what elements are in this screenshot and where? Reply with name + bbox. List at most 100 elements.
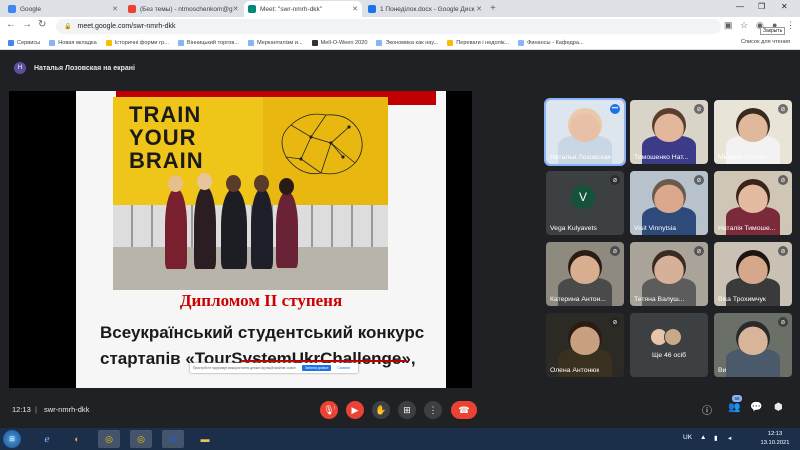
participant-name: Олена Антонюк [550, 367, 600, 374]
participant-tile[interactable]: Віка Трохимчук ⊘ [714, 242, 792, 306]
info-icon[interactable]: ⓘ [702, 402, 712, 417]
address-toolbar: ← → ↻ 🔒 meet.google.com/swr-nmrh-dkk ▣ ☆… [0, 17, 800, 36]
mic-off-icon: ⊘ [610, 246, 620, 256]
tab-title: Google [20, 5, 41, 13]
bookmark-item[interactable]: Финансы - Кафедра... [518, 39, 584, 46]
people-icon[interactable]: 👥 [728, 402, 740, 413]
bookmark-item[interactable]: Переваги і недолік... [447, 39, 509, 46]
taskbar-app[interactable]: ℯ [36, 430, 58, 448]
slide-contest-line1: Всеукраїнський студентський конкурс [100, 323, 425, 342]
mic-off-icon: ⊘ [778, 104, 788, 114]
participant-name: Катерина Антон... [550, 296, 606, 303]
participant-tile[interactable]: Visit Vinnytsia ⊘ [630, 171, 708, 235]
participant-tile[interactable]: Ви ⊘ [714, 313, 792, 377]
meeting-code: swr-nmrh-dkk [44, 405, 90, 414]
participant-face [652, 250, 686, 284]
bookmark-item[interactable]: Меркантилізм и... [247, 39, 303, 46]
minimize-icon[interactable]: — [736, 2, 744, 11]
reload-icon[interactable]: ↻ [38, 19, 46, 30]
tray-arrow-icon[interactable]: ▲ [700, 434, 706, 441]
slide-photo: TRAIN YOUR BRAIN [113, 97, 388, 290]
cookie-settings-button[interactable]: Змінити дозвол [301, 365, 332, 371]
activities-icon[interactable]: ⬢ [774, 402, 783, 413]
mic-off-icon: ⊘ [694, 246, 704, 256]
participant-name: Vega Kulyavets [550, 225, 597, 232]
page-icon [376, 39, 383, 46]
participant-tile[interactable]: Тетяна Валуш... ⊘ [630, 242, 708, 306]
language-indicator[interactable]: UK [683, 434, 692, 441]
close-window-icon[interactable]: ✕ [781, 2, 788, 11]
mic-off-icon: ⊘ [610, 317, 620, 327]
start-button[interactable]: ⊞ [3, 430, 21, 448]
raise-hand-button[interactable]: ✋ [372, 401, 390, 419]
participant-tile[interactable]: Михаил Потапч... ⊘ [714, 100, 792, 164]
speaking-indicator-icon: ••• [610, 104, 620, 114]
folder-icon: ▬ [200, 434, 210, 444]
new-tab-icon[interactable]: + [490, 3, 496, 14]
reading-list[interactable]: Список для чтения [741, 39, 790, 45]
participant-tile[interactable]: Наталья Лозовская ••• [544, 98, 626, 166]
participant-tile[interactable]: Наталія Тимоше... ⊘ [714, 171, 792, 235]
bookmarks-bar: Сервисы Новая вкладка Історичні форми гр… [0, 36, 800, 50]
participant-name: Тетяна Валуш... [634, 296, 685, 303]
bookmark-apps[interactable]: Сервисы [8, 39, 40, 46]
leave-call-button[interactable]: ☎ [451, 401, 477, 419]
bookmark-item[interactable]: Mell-O-Ween 2020 [311, 39, 367, 46]
taskbar-app[interactable]: ◐ [66, 430, 88, 448]
address-bar[interactable]: 🔒 meet.google.com/swr-nmrh-dkk [56, 19, 721, 34]
tab-drive[interactable]: 1 Понеділок.docx - Google Диск ✕ [364, 1, 486, 17]
close-icon[interactable]: ✕ [112, 5, 118, 13]
lock-icon: 🔒 [64, 24, 72, 30]
back-icon[interactable]: ← [6, 19, 16, 30]
participant-tile[interactable]: Ще 46 осіб [630, 313, 708, 377]
chat-icon[interactable]: 💬 [750, 402, 762, 413]
tab-title: 1 Понеділок.docx - Google Диск [380, 5, 475, 13]
volume-icon[interactable]: ◂ [728, 434, 731, 442]
participant-face [652, 108, 686, 142]
close-icon[interactable]: ✕ [352, 5, 358, 13]
participant-tile[interactable]: Катерина Антон... ⊘ [546, 242, 624, 306]
person-figure [251, 189, 273, 269]
present-button[interactable]: ⊞ [398, 401, 416, 419]
google-favicon-icon [8, 5, 16, 13]
tab-meet[interactable]: Meet: "swr-nmrh-dkk" ✕ [244, 1, 362, 17]
person-figure [194, 187, 216, 269]
more-options-button[interactable]: ⋮ [424, 401, 442, 419]
brand-logo: TRAIN YOUR BRAIN [129, 102, 204, 173]
more-participants-avatars [650, 328, 682, 346]
star-icon[interactable]: ☆ [740, 20, 748, 31]
taskbar-app[interactable]: ▬ [194, 430, 216, 448]
participant-tile[interactable]: V Vega Kulyavets ⊘ [546, 171, 624, 235]
participant-face [652, 179, 686, 213]
person-figure [165, 189, 187, 269]
forward-icon[interactable]: → [22, 19, 32, 30]
taskbar-app[interactable]: ◎ [130, 430, 152, 448]
participant-name: Ще 46 осіб [651, 352, 687, 359]
participant-tile[interactable]: Олена Антонюк ⊘ [546, 313, 624, 377]
taskbar-app[interactable]: W [162, 430, 184, 448]
network-icon[interactable]: ▮ [714, 434, 718, 442]
presentation-slide: TRAIN YOUR BRAIN Дипломом ІІ ступеня Все… [76, 91, 446, 388]
participant-tile[interactable]: Тимошенко Нат... ⊘ [630, 100, 708, 164]
presenter-banner: Н Наталья Лозовская на екрані [0, 50, 800, 86]
menu-icon[interactable]: ⋮ [786, 20, 795, 31]
bookmark-item[interactable]: Вінницький торгов... [177, 39, 239, 46]
tab-google[interactable]: Google ✕ [4, 1, 122, 17]
tab-gmail[interactable]: (Без темы) - ntmoschenkom@g ✕ [124, 1, 242, 17]
system-clock[interactable]: 12:13 13.10.2021 [754, 430, 796, 448]
tab-bar: Google ✕ (Без темы) - ntmoschenkom@g ✕ M… [0, 0, 800, 17]
bookmark-item[interactable]: Новая вкладка [49, 39, 97, 46]
close-icon[interactable]: ✕ [233, 5, 239, 13]
restore-icon[interactable]: ❐ [758, 2, 765, 11]
chrome-icon: ◎ [137, 433, 145, 444]
camera-off-button[interactable]: ▶ [346, 401, 364, 419]
bookmark-item[interactable]: Экономика как нау... [376, 39, 438, 46]
participant-name: Михаил Потапч... [718, 154, 773, 161]
presenter-avatar: Н [14, 62, 26, 74]
taskbar-app[interactable]: ◎ [98, 430, 120, 448]
bookmark-item[interactable]: Історичні форми гр... [105, 39, 169, 46]
participant-face [736, 321, 770, 355]
camera-icon[interactable]: ▣ [724, 20, 733, 31]
cookie-hide-button[interactable]: Сховати [337, 366, 350, 370]
close-icon[interactable]: ✕ [476, 5, 482, 13]
